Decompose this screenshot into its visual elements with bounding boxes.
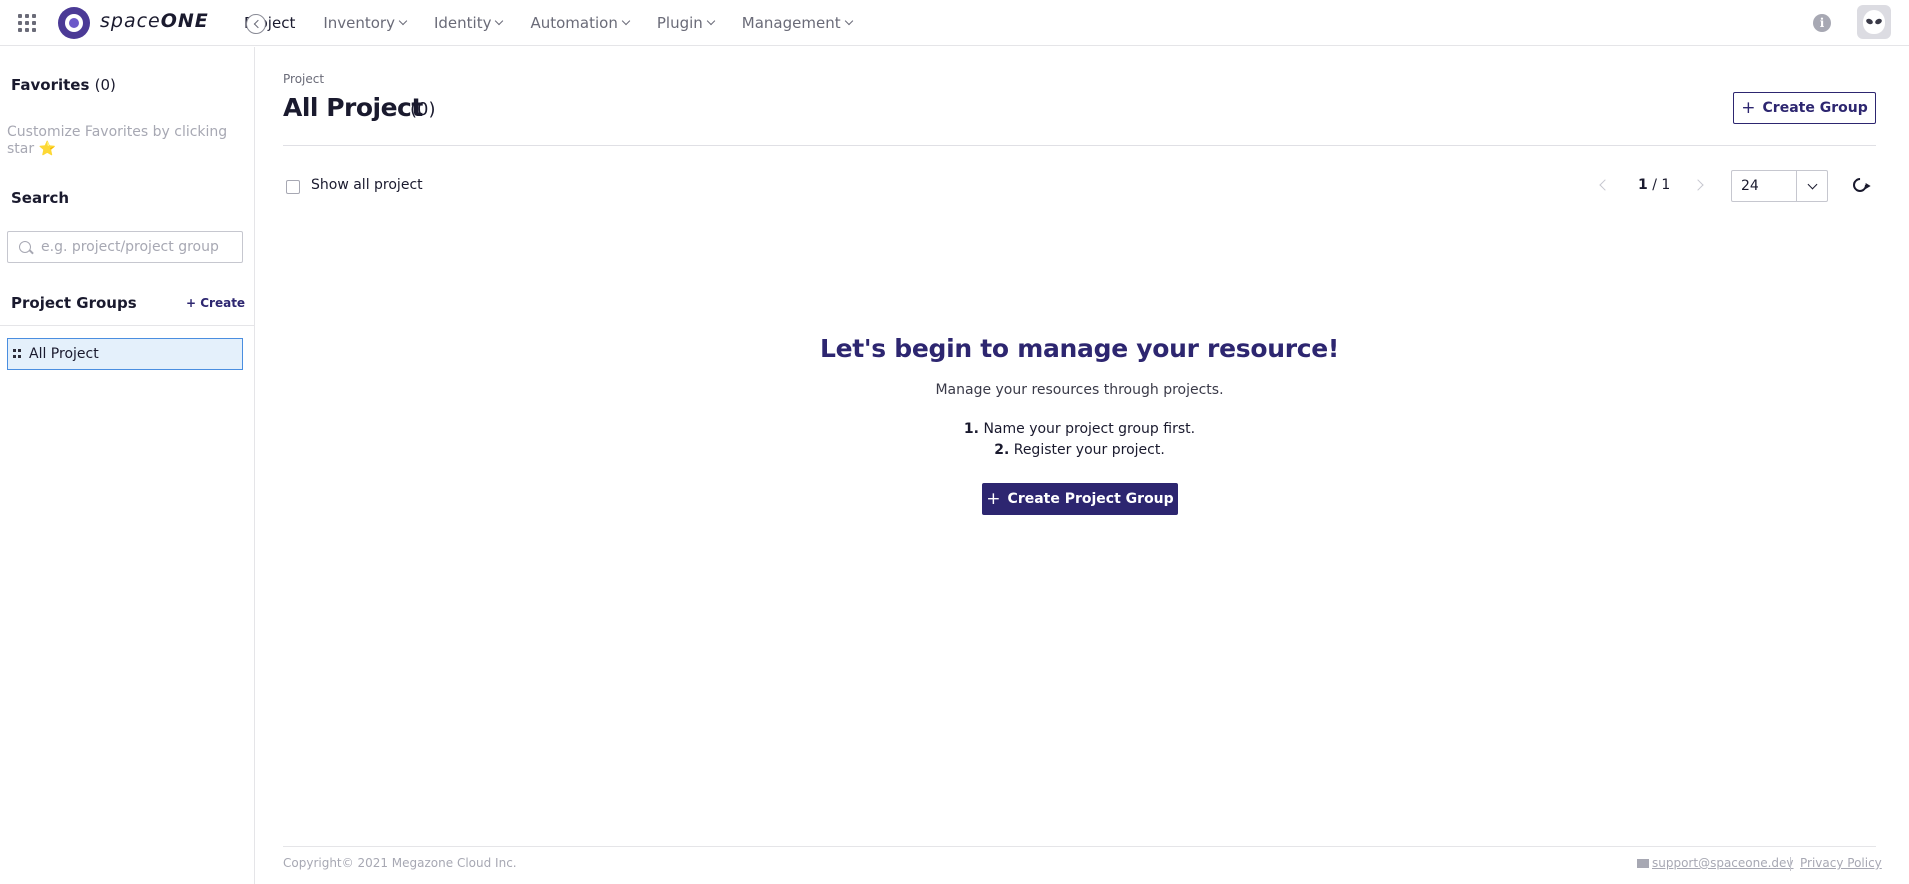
chevron-left-icon[interactable] bbox=[1599, 179, 1611, 191]
page-title: All Project bbox=[283, 93, 423, 122]
create-project-group-button[interactable]: + Create Project Group bbox=[982, 483, 1178, 515]
step-2: 2. Register your project. bbox=[994, 442, 1165, 458]
search-icon bbox=[19, 241, 31, 253]
plus-icon: + bbox=[1741, 97, 1756, 118]
empty-state-steps: 1. Name your project group first. 2. Reg… bbox=[283, 419, 1876, 461]
search-heading: Search bbox=[11, 189, 70, 207]
nav-item-identity[interactable]: Identity bbox=[434, 14, 504, 32]
plus-icon: + bbox=[986, 488, 1001, 509]
divider bbox=[283, 145, 1876, 146]
favorites-hint: Customize Favorites by clicking star ⭐ bbox=[7, 124, 228, 157]
sidebar: Favorites (0) Customize Favorites by cli… bbox=[0, 47, 255, 884]
plus-icon: + bbox=[186, 296, 201, 310]
chevron-down-icon bbox=[844, 16, 853, 26]
create-group-button[interactable]: + Create Group bbox=[1733, 92, 1876, 124]
chevron-down-icon bbox=[495, 16, 504, 26]
drag-handle-icon[interactable] bbox=[13, 349, 21, 359]
empty-state-title: Let's begin to manage your resource! bbox=[819, 334, 1339, 363]
chevron-down-icon bbox=[706, 16, 716, 26]
breadcrumb[interactable]: Project bbox=[283, 72, 324, 86]
divider bbox=[1790, 857, 1791, 871]
show-all-project-checkbox[interactable] bbox=[286, 180, 300, 194]
create-project-group-link[interactable]: + Create bbox=[186, 296, 245, 310]
search-input[interactable] bbox=[41, 239, 231, 255]
pagination-text: 1 / 1 bbox=[1638, 177, 1671, 193]
support-email-link[interactable]: support@spaceone.dev bbox=[1637, 856, 1794, 870]
collapse-sidebar-button[interactable] bbox=[246, 14, 266, 34]
tree-item-label: All Project bbox=[29, 346, 99, 362]
project-count: (0) bbox=[410, 99, 436, 120]
project-search-box[interactable] bbox=[7, 231, 243, 263]
page-size-select[interactable]: 24 bbox=[1731, 170, 1828, 202]
divider bbox=[0, 325, 254, 326]
chevron-left-icon bbox=[253, 19, 262, 29]
alien-avatar-icon bbox=[1863, 10, 1885, 34]
favorites-heading: Favorites (0) bbox=[11, 76, 116, 94]
top-navigation: spaceONE Project Inventory Identity Auto… bbox=[0, 0, 1909, 46]
apps-grid-icon[interactable] bbox=[18, 14, 36, 32]
main-menu: Project Inventory Identity Automation Pl… bbox=[244, 0, 880, 46]
page-size-value[interactable]: 24 bbox=[1732, 171, 1797, 201]
user-avatar[interactable] bbox=[1857, 5, 1891, 39]
chevron-down-icon bbox=[1807, 179, 1817, 189]
favorites-count: (0) bbox=[94, 76, 116, 94]
spaceone-logo-icon[interactable] bbox=[58, 7, 90, 39]
chevron-right-icon[interactable] bbox=[1692, 179, 1704, 191]
brand-name[interactable]: spaceONE bbox=[100, 10, 209, 32]
empty-state-subtitle: Manage your resources through projects. bbox=[935, 382, 1224, 398]
tree-item-all-project[interactable]: All Project bbox=[7, 338, 243, 370]
privacy-policy-link[interactable]: Privacy Policy bbox=[1800, 856, 1882, 870]
project-groups-heading: Project Groups bbox=[11, 294, 137, 312]
star-icon: ⭐ bbox=[38, 141, 57, 157]
mail-icon bbox=[1637, 858, 1649, 868]
info-icon[interactable]: i bbox=[1813, 14, 1831, 32]
nav-item-automation[interactable]: Automation bbox=[530, 14, 631, 32]
copyright-text: Copyright© 2021 Megazone Cloud Inc. bbox=[283, 856, 517, 870]
nav-item-management[interactable]: Management bbox=[742, 14, 853, 32]
chevron-down-icon bbox=[621, 16, 631, 26]
show-all-project-label[interactable]: Show all project bbox=[311, 177, 423, 193]
refresh-icon[interactable] bbox=[1850, 175, 1870, 195]
nav-item-inventory[interactable]: Inventory bbox=[323, 14, 408, 32]
divider bbox=[283, 846, 1876, 847]
step-1: 1. Name your project group first. bbox=[963, 421, 1196, 437]
chevron-down-icon bbox=[398, 16, 408, 26]
page-size-dropdown-button[interactable] bbox=[1797, 171, 1827, 201]
nav-item-plugin[interactable]: Plugin bbox=[657, 14, 716, 32]
